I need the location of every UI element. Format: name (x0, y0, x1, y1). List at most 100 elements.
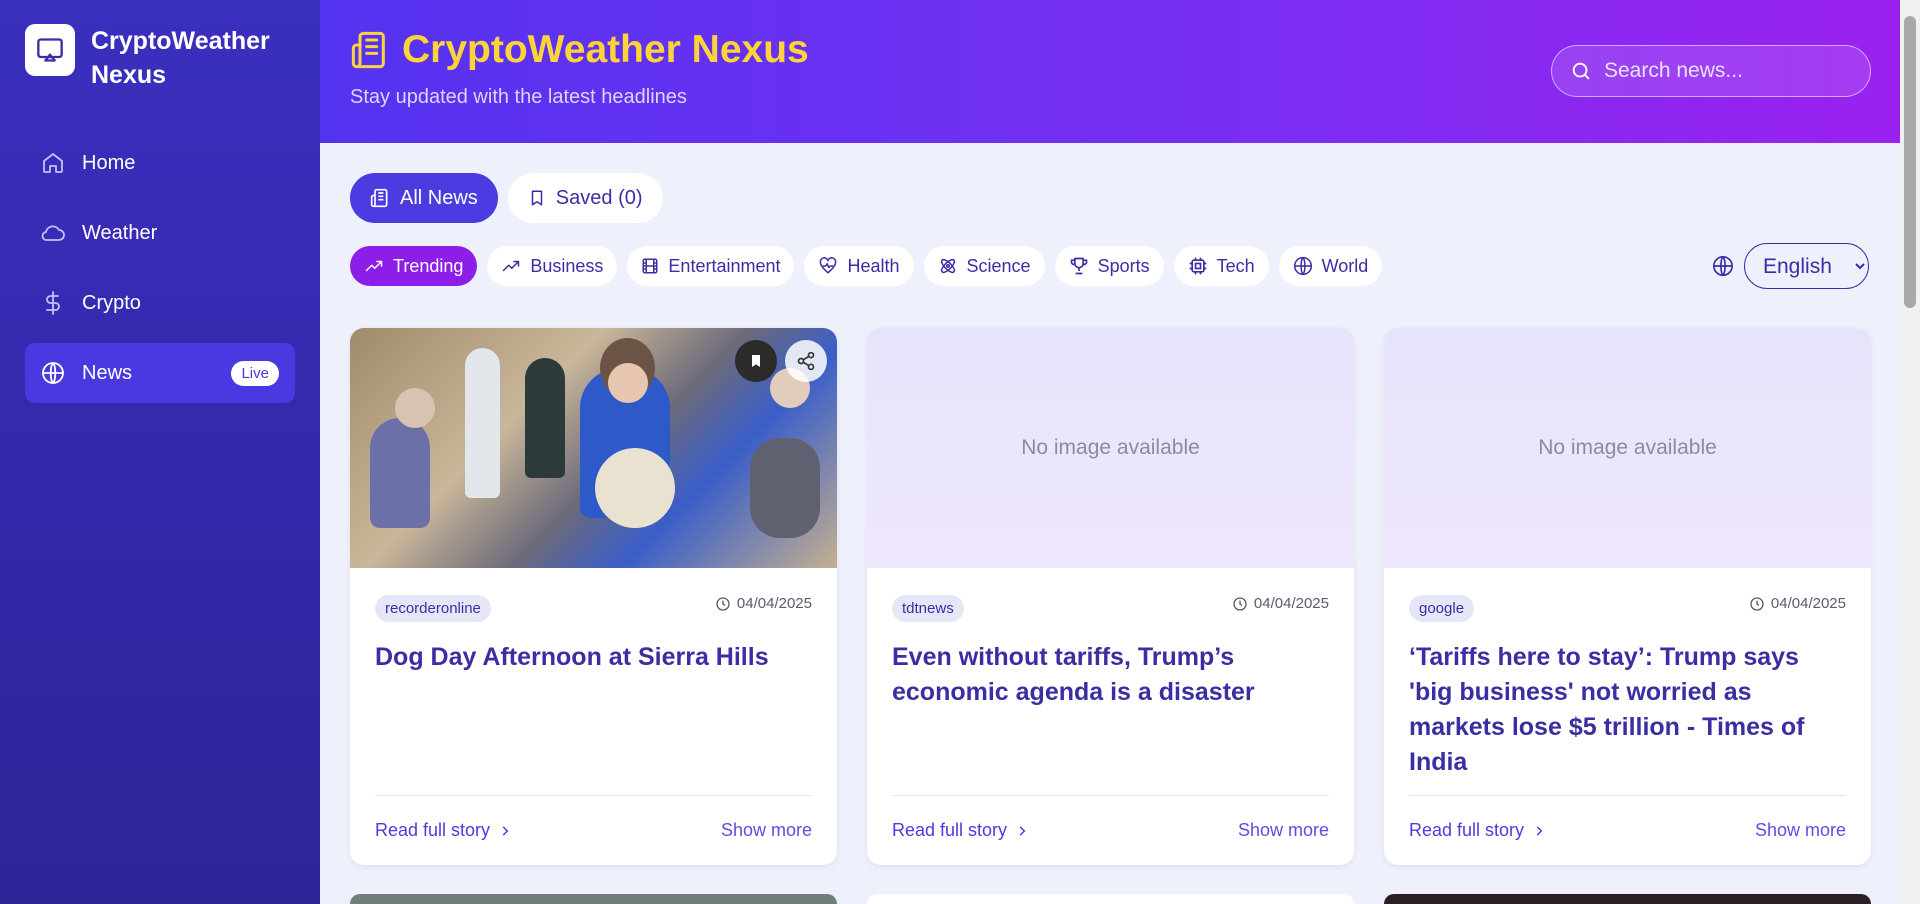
source-badge: recorderonline (375, 595, 491, 622)
sidebar-item-label: Home (82, 151, 136, 174)
search-input[interactable] (1604, 59, 1844, 83)
language-select[interactable]: English (1744, 243, 1869, 289)
trending-icon (503, 260, 520, 272)
image-placeholder: No image available (867, 328, 1354, 568)
next-card-peek (350, 894, 837, 904)
date-text: 04/04/2025 (736, 595, 812, 612)
category-label: Health (847, 255, 900, 276)
card-body: recorderonline 04/04/2025 Dog Day Aftern… (350, 568, 837, 865)
category-entertainment[interactable]: Entertainment (627, 246, 795, 286)
tab-label: Saved (0) (555, 186, 643, 209)
card-meta: recorderonline 04/04/2025 (375, 568, 812, 622)
tab-all-news[interactable]: All News (350, 173, 498, 223)
read-full-story-label: Read full story (892, 820, 1008, 840)
category-health[interactable]: Health (804, 246, 914, 286)
sidebar-item-home[interactable]: Home (25, 133, 295, 193)
share-icon (797, 351, 815, 371)
card-footer: Read full story Show more (375, 795, 812, 865)
live-badge: Live (231, 360, 279, 386)
show-more-button[interactable]: Show more (721, 820, 812, 841)
newspaper-icon (351, 31, 385, 69)
sidebar-item-label: News (82, 361, 133, 384)
card-body: google 04/04/2025 ‘Tariffs here to stay’… (1384, 568, 1871, 865)
bookmark-icon (752, 355, 760, 367)
category-business[interactable]: Business (487, 246, 618, 286)
scroll-thumb[interactable] (1904, 16, 1916, 308)
home-icon (40, 150, 66, 176)
card-date: 04/04/2025 (715, 595, 812, 612)
cloud-icon (40, 220, 66, 246)
news-photo (350, 328, 837, 568)
clock-icon (1233, 596, 1247, 611)
trophy-icon (1070, 257, 1087, 275)
chevron-right-icon (1019, 825, 1026, 836)
scrollbar[interactable] (1900, 0, 1920, 904)
clock-icon (716, 596, 730, 611)
news-card[interactable]: recorderonline 04/04/2025 Dog Day Aftern… (350, 328, 837, 865)
sidebar-item-label: Crypto (82, 291, 141, 314)
brand[interactable]: CryptoWeather Nexus (25, 24, 291, 92)
card-footer: Read full story Show more (892, 795, 1329, 865)
news-tabs: All News Saved (0) (350, 173, 663, 223)
date-text: 04/04/2025 (1253, 595, 1329, 612)
film-icon (642, 258, 658, 274)
bookmark-button[interactable] (735, 340, 777, 382)
card-actions (735, 340, 827, 382)
search-box[interactable] (1551, 45, 1871, 97)
share-button[interactable] (785, 340, 827, 382)
sidebar-item-label: Weather (82, 221, 158, 244)
category-label: Entertainment (668, 255, 781, 276)
card-meta: google 04/04/2025 (1409, 568, 1846, 622)
page-subtitle: Stay updated with the latest headlines (350, 86, 687, 108)
cast-icon (25, 24, 75, 76)
sidebar-item-crypto[interactable]: Crypto (25, 273, 295, 333)
category-world[interactable]: World (1278, 246, 1383, 286)
page-title: CryptoWeather Nexus (350, 28, 809, 72)
read-full-story-link[interactable]: Read full story (375, 820, 512, 841)
search-icon (1572, 62, 1590, 80)
chevron-right-icon (502, 825, 509, 836)
category-label: Science (966, 255, 1031, 276)
category-label: Tech (1216, 255, 1255, 276)
next-card-peek (1384, 894, 1871, 904)
news-grid: recorderonline 04/04/2025 Dog Day Aftern… (350, 328, 1871, 865)
show-more-button[interactable]: Show more (1238, 820, 1329, 841)
tab-label: All News (400, 186, 478, 209)
card-title[interactable]: Even without tariffs, Trump’s economic a… (892, 640, 1329, 710)
dollar-icon (40, 290, 66, 316)
card-date: 04/04/2025 (1232, 595, 1329, 612)
card-title[interactable]: Dog Day Afternoon at Sierra Hills (375, 640, 812, 675)
globe-icon (40, 360, 66, 386)
category-science[interactable]: Science (923, 246, 1045, 286)
sidebar-item-news[interactable]: News Live (25, 343, 295, 403)
news-card[interactable]: No image available google 04/04/2025 ‘Ta… (1384, 328, 1871, 865)
card-date: 04/04/2025 (1749, 595, 1846, 612)
globe-icon (1713, 256, 1733, 276)
news-card[interactable]: No image available tdtnews 04/04/2025 Ev… (867, 328, 1354, 865)
read-full-story-label: Read full story (1409, 820, 1525, 840)
sidebar-item-weather[interactable]: Weather (25, 203, 295, 263)
header-title-text: CryptoWeather Nexus (402, 28, 809, 71)
source-badge: google (1409, 595, 1475, 622)
category-trending[interactable]: Trending (350, 246, 478, 286)
card-footer: Read full story Show more (1409, 795, 1846, 865)
show-more-button[interactable]: Show more (1755, 820, 1846, 841)
category-label: Sports (1097, 255, 1150, 276)
heart-pulse-icon (820, 257, 837, 274)
read-full-story-link[interactable]: Read full story (1409, 820, 1546, 841)
image-placeholder: No image available (1384, 328, 1871, 568)
card-body: tdtnews 04/04/2025 Even without tariffs,… (867, 568, 1354, 865)
category-tech[interactable]: Tech (1173, 246, 1269, 286)
category-sports[interactable]: Sports (1054, 246, 1164, 286)
tab-saved[interactable]: Saved (0) (507, 173, 663, 223)
card-title[interactable]: ‘Tariffs here to stay’: Trump says 'big … (1409, 640, 1846, 780)
no-image-text: No image available (1538, 436, 1717, 459)
newspaper-icon (370, 188, 388, 208)
next-card-peek (867, 894, 1354, 904)
globe-icon (1293, 256, 1312, 276)
source-badge: tdtnews (892, 595, 964, 622)
read-full-story-link[interactable]: Read full story (892, 820, 1029, 841)
category-label: Trending (393, 255, 464, 276)
page-header: CryptoWeather Nexus Stay updated with th… (320, 0, 1900, 143)
bookmark-icon (531, 190, 543, 206)
